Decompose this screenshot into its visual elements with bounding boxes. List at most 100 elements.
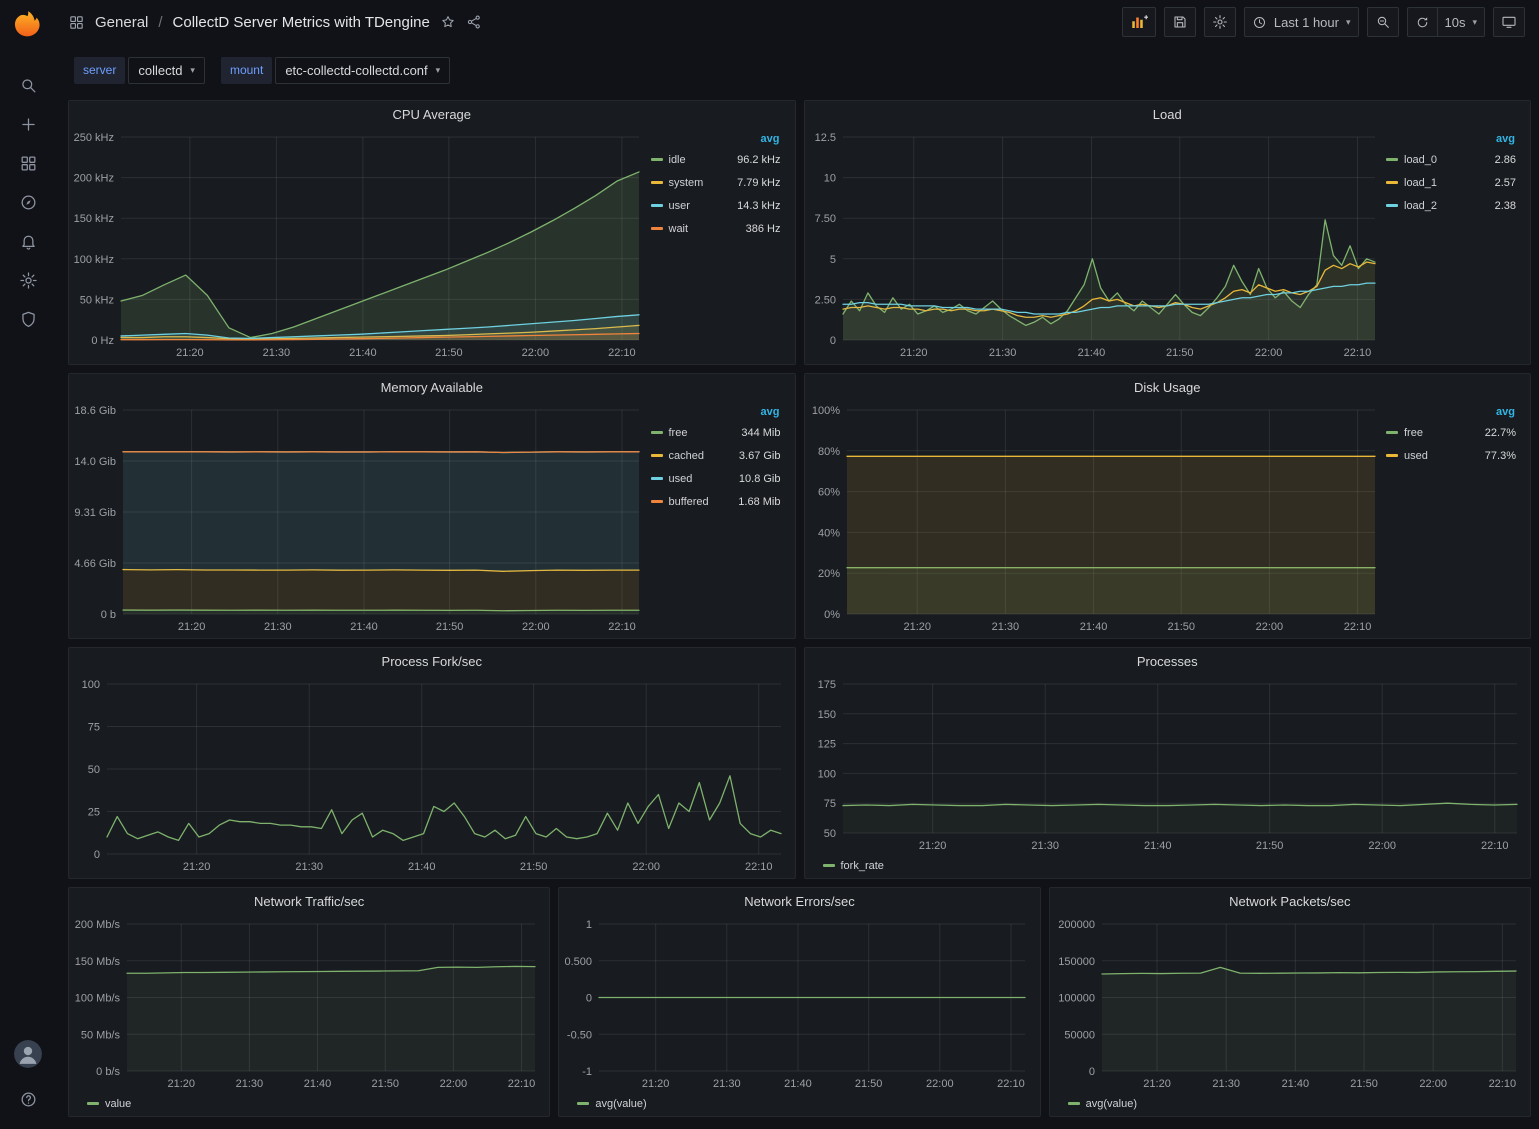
y-tick-label: 50 [823, 828, 835, 840]
network-errors-chart[interactable]: 21:2021:3021:4021:5022:0022:10-1-0.5000.… [561, 914, 1035, 1093]
panel-title-network-errors[interactable]: Network Errors/sec [559, 888, 1039, 914]
x-tick-label: 21:50 [1167, 621, 1195, 633]
legend-item-load_0[interactable]: load_02.86 [1386, 148, 1516, 171]
legend-color-dash [651, 204, 663, 207]
legend-item-avg(value)[interactable]: avg(value) [577, 1098, 646, 1110]
panel-load: Load 21:2021:3021:4021:5022:0022:1002.50… [804, 100, 1532, 365]
x-tick-label: 21:30 [991, 621, 1019, 633]
dashboards-icon[interactable] [6, 144, 50, 183]
x-tick-label: 21:30 [295, 861, 323, 873]
add-panel-button[interactable] [1122, 7, 1156, 37]
y-tick-label: 0 [829, 335, 835, 347]
legend-item-idle[interactable]: idle96.2 kHz [651, 148, 781, 171]
legend-item-wait[interactable]: wait386 Hz [651, 217, 781, 240]
processes-legend: fork_rate [807, 855, 1527, 876]
panel-title-network-packets[interactable]: Network Packets/sec [1050, 888, 1530, 914]
load-chart[interactable]: 21:2021:3021:4021:5022:0022:1002.5057.50… [807, 127, 1385, 362]
cpu-chart-canvas: 21:2021:3021:4021:5022:0022:100 Hz50 kHz… [71, 127, 649, 362]
dashboard-settings-button[interactable] [1204, 7, 1236, 37]
panel-title-cpu-average[interactable]: CPU Average [69, 101, 795, 127]
legend-item-value[interactable]: value [87, 1098, 131, 1110]
legend-item-free[interactable]: free 22.7% [1386, 421, 1516, 444]
star-icon[interactable] [440, 14, 456, 30]
network-packets-chart[interactable]: 21:2021:3021:4021:5022:0022:100500001000… [1052, 914, 1526, 1093]
y-tick-label: 50 kHz [80, 294, 114, 306]
x-tick-label: 21:40 [408, 861, 436, 873]
legend-item-used[interactable]: used77.3% [1386, 444, 1516, 467]
legend-item-buffered[interactable]: buffered1.68 Mib [651, 490, 781, 513]
x-tick-label: 21:20 [1143, 1078, 1171, 1090]
x-tick-label: 22:00 [632, 861, 660, 873]
legend-item-free[interactable]: free344 Mib [651, 421, 781, 444]
process-fork-chart[interactable]: 21:2021:3021:4021:5022:0022:100255075100 [71, 674, 791, 876]
net_packets-chart-canvas: 21:2021:3021:4021:5022:0022:100500001000… [1052, 914, 1526, 1093]
y-tick-label: 75 [823, 798, 835, 810]
alerting-bell-icon[interactable] [6, 222, 50, 261]
panel-network-packets: Network Packets/sec 21:2021:3021:4021:50… [1049, 887, 1531, 1117]
panel-title-processes[interactable]: Processes [805, 648, 1531, 674]
panel-title-disk-usage[interactable]: Disk Usage [805, 374, 1531, 400]
save-dashboard-button[interactable] [1164, 7, 1196, 37]
legend-item-user[interactable]: user14.3 kHz [651, 194, 781, 217]
refresh-button[interactable] [1407, 7, 1437, 37]
x-tick-label: 21:20 [918, 840, 946, 852]
panel-title-load[interactable]: Load [805, 101, 1531, 127]
legend-series-name: free [1404, 427, 1423, 439]
dashboard-title[interactable]: CollectD Server Metrics with TDengine [173, 14, 430, 31]
net_traffic-chart-canvas: 21:2021:3021:4021:5022:0022:100 b/s50 Mb… [71, 914, 545, 1093]
cpu-average-chart[interactable]: 21:2021:3021:4021:5022:0022:100 Hz50 kHz… [71, 127, 649, 362]
legend-series-name: idle [669, 154, 686, 166]
legend-item-cached[interactable]: cached3.67 Gib [651, 444, 781, 467]
y-tick-label: 80% [817, 446, 839, 458]
breadcrumb-section[interactable]: General [95, 14, 148, 31]
memory-available-chart[interactable]: 21:2021:3021:4021:5022:0022:100 b4.66 Gi… [71, 400, 649, 636]
search-icon[interactable] [6, 66, 50, 105]
server-admin-shield-icon[interactable] [6, 300, 50, 339]
panel-process-fork: Process Fork/sec 21:2021:3021:4021:5022:… [68, 647, 796, 879]
user-avatar[interactable] [14, 1040, 42, 1068]
y-tick-label: 12.5 [814, 132, 835, 144]
legend-item-avg(value)[interactable]: avg(value) [1068, 1098, 1137, 1110]
y-tick-label: 5 [829, 254, 835, 266]
legend-item-used[interactable]: used10.8 Gib [651, 467, 781, 490]
grafana-logo-icon[interactable] [10, 8, 46, 44]
dashboard-grid-icon[interactable] [68, 14, 85, 31]
y-tick-label: 100 Mb/s [75, 993, 121, 1005]
explore-compass-icon[interactable] [6, 183, 50, 222]
help-icon[interactable] [6, 1080, 50, 1119]
legend-item-load_2[interactable]: load_22.38 [1386, 194, 1516, 217]
refresh-interval-select[interactable]: 10s ▾ [1437, 7, 1486, 37]
legend-item-load_1[interactable]: load_12.57 [1386, 171, 1516, 194]
kiosk-mode-button[interactable] [1493, 7, 1525, 37]
panel-title-network-traffic[interactable]: Network Traffic/sec [69, 888, 549, 914]
legend-color-dash [651, 227, 663, 230]
x-tick-label: 21:50 [435, 347, 463, 359]
configuration-gear-icon[interactable] [6, 261, 50, 300]
y-tick-label: 200000 [1058, 919, 1095, 931]
zoom-out-button[interactable] [1367, 7, 1399, 37]
legend-color-dash [1386, 454, 1398, 457]
legend-color-dash [1386, 158, 1398, 161]
x-tick-label: 21:50 [855, 1078, 883, 1090]
panel-title-process-fork[interactable]: Process Fork/sec [69, 648, 795, 674]
variable-mount-select[interactable]: etc-collectd-collectd.conf ▾ [275, 57, 450, 84]
x-tick-label: 21:40 [350, 621, 378, 633]
legend-color-dash [651, 181, 663, 184]
network-traffic-chart[interactable]: 21:2021:3021:4021:5022:0022:100 b/s50 Mb… [71, 914, 545, 1093]
legend-series-avg: 22.7% [1485, 427, 1516, 439]
x-tick-label: 22:00 [926, 1078, 954, 1090]
y-tick-label: 150 Mb/s [75, 956, 121, 968]
create-plus-icon[interactable] [6, 105, 50, 144]
share-icon[interactable] [466, 14, 482, 30]
y-tick-label: 0 [1089, 1066, 1095, 1078]
legend-item-fork_rate[interactable]: fork_rate [823, 860, 884, 872]
processes-chart[interactable]: 21:2021:3021:4021:5022:0022:105075100125… [807, 674, 1527, 855]
disk-usage-chart[interactable]: 21:2021:3021:4021:5022:0022:100%20%40%60… [807, 400, 1385, 636]
legend-color-dash [1386, 204, 1398, 207]
y-tick-label: 100000 [1058, 993, 1095, 1005]
legend-series-name: used [669, 473, 693, 485]
legend-item-system[interactable]: system7.79 kHz [651, 171, 781, 194]
time-range-picker[interactable]: Last 1 hour ▾ [1244, 7, 1359, 37]
variable-server-select[interactable]: collectd ▾ [128, 57, 205, 84]
panel-title-memory-available[interactable]: Memory Available [69, 374, 795, 400]
